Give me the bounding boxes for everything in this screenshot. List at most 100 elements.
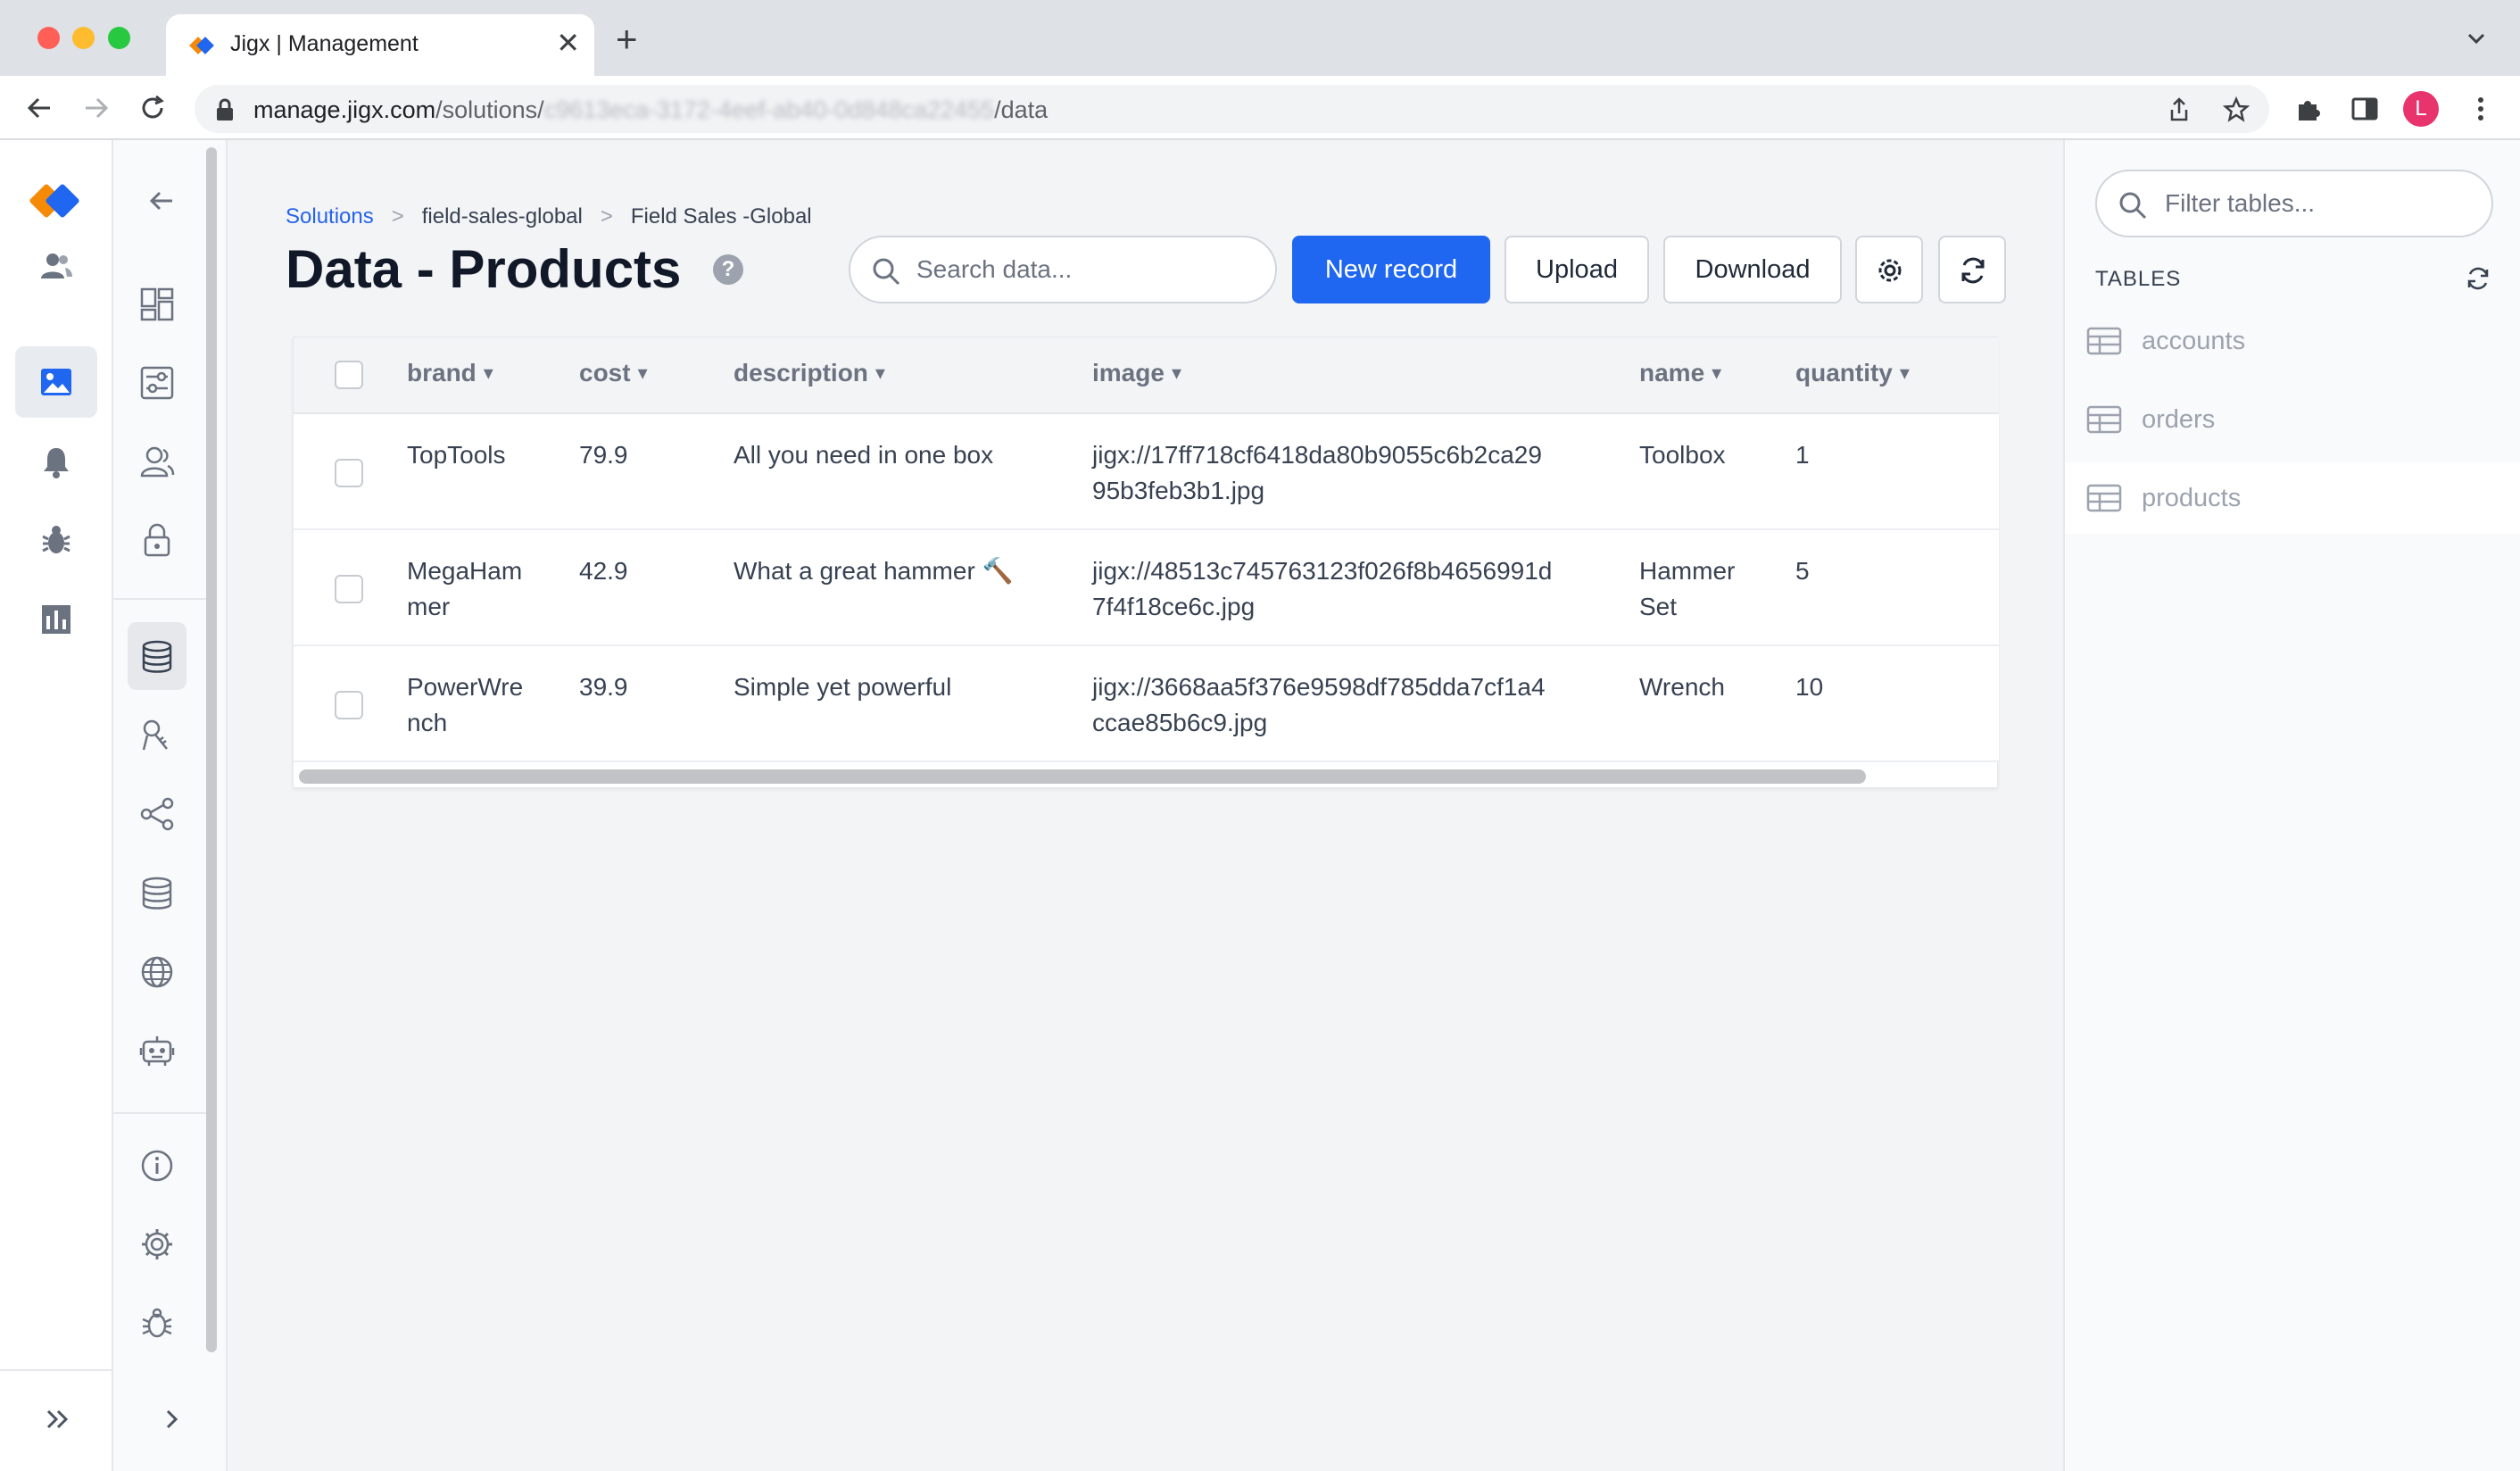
table-icon: [2086, 405, 2122, 434]
help-icon[interactable]: ?: [713, 254, 743, 285]
nav-data[interactable]: [128, 622, 187, 690]
browser-tab[interactable]: Jigx | Management ✕: [166, 14, 594, 76]
search-input[interactable]: [916, 253, 1256, 286]
extensions-puzzle-icon[interactable]: [2293, 94, 2324, 124]
table-horizontal-scrollbar[interactable]: [299, 769, 1866, 784]
sliders-panel-icon: [140, 366, 174, 400]
new-tab-icon[interactable]: +: [616, 21, 638, 58]
chevron-down-icon: ▾: [637, 362, 648, 384]
column-header-description[interactable]: description ▾: [734, 359, 885, 387]
share-icon[interactable]: [2165, 96, 2193, 124]
address-bar[interactable]: manage.jigx.com/solutions/c9613eca-3172-…: [195, 85, 2269, 133]
reload-icon[interactable]: [137, 92, 169, 124]
column-header-quantity[interactable]: quantity ▾: [1795, 359, 1910, 387]
breadcrumb-solutions[interactable]: Solutions: [286, 204, 374, 229]
upload-button[interactable]: Upload: [1505, 236, 1649, 303]
download-button[interactable]: Download: [1663, 236, 1842, 303]
new-record-button[interactable]: New record: [1292, 236, 1490, 303]
column-header-name[interactable]: name ▾: [1639, 359, 1721, 387]
cell-quantity: 5: [1795, 557, 1810, 585]
search-icon: [2119, 192, 2147, 220]
row-checkbox[interactable]: [335, 575, 363, 603]
breadcrumb-separator: >: [391, 204, 404, 229]
back-arrow-icon[interactable]: [144, 183, 179, 219]
cell-name: Wrench: [1639, 673, 1725, 701]
profile-avatar[interactable]: L: [2403, 91, 2439, 127]
solution-nav: [113, 140, 228, 1471]
search-field[interactable]: [849, 236, 1277, 303]
bug-icon: [42, 526, 70, 553]
filter-tables-field[interactable]: [2095, 170, 2493, 237]
page-title: Data - Products: [286, 239, 682, 299]
cell-cost: 42.9: [579, 557, 628, 585]
analytics-icon: [42, 605, 70, 634]
cell-quantity: 10: [1795, 673, 1824, 701]
breadcrumb-solution-name: Field Sales -Global: [630, 204, 812, 229]
nav-settings[interactable]: [128, 1209, 187, 1277]
nav-overview[interactable]: [128, 270, 187, 337]
jigx-logo-icon[interactable]: [27, 172, 84, 229]
table-row[interactable]: TopTools 79.9 All you need in one box ji…: [294, 414, 1999, 530]
table-item-products[interactable]: products: [2065, 462, 2520, 534]
globe-icon: [141, 956, 173, 988]
row-checkbox[interactable]: [335, 691, 363, 719]
nav-credentials[interactable]: [128, 701, 187, 769]
window-minimize-button[interactable]: [72, 27, 95, 49]
nav-users[interactable]: [128, 427, 187, 494]
column-header-label: brand: [407, 359, 477, 386]
select-all-checkbox[interactable]: [335, 361, 363, 389]
table-item-orders[interactable]: orders: [2065, 384, 2520, 455]
filter-tables-input[interactable]: [2165, 187, 2477, 220]
url-path: /solutions/: [435, 96, 544, 123]
table-row[interactable]: MegaHam mer 42.9 What a great hammer 🔨 ji…: [294, 530, 1999, 646]
cell-brand: PowerWre nch: [407, 673, 524, 736]
nav-settings-panel[interactable]: [128, 348, 187, 416]
cell-cost: 39.9: [579, 673, 628, 701]
cell-description: All you need in one box: [734, 441, 994, 469]
cell-image: jigx://17ff718cf6418da80b9055c6b2ca29 95b…: [1092, 441, 1542, 504]
chevron-right-icon[interactable]: [158, 1406, 185, 1433]
table-settings-button[interactable]: [1855, 236, 1923, 303]
column-header-image[interactable]: image ▾: [1092, 359, 1181, 387]
nav-security[interactable]: [128, 505, 187, 573]
column-header-cost[interactable]: cost ▾: [579, 359, 648, 387]
tables-heading: TABLES: [2095, 267, 2182, 291]
forward-arrow-icon[interactable]: [80, 92, 112, 124]
cell-brand: TopTools: [407, 441, 506, 469]
rail-users[interactable]: [15, 230, 97, 302]
nav-web[interactable]: [128, 937, 187, 1005]
rail-solutions[interactable]: [15, 346, 97, 418]
window-close-button[interactable]: [37, 27, 60, 49]
url-text: manage.jigx.com/solutions/c9613eca-3172-…: [253, 96, 1048, 124]
nav-info[interactable]: [128, 1131, 187, 1199]
nav-connections[interactable]: [128, 779, 187, 847]
refresh-tables-icon[interactable]: [2465, 265, 2491, 292]
cell-description: Simple yet powerful: [734, 673, 952, 701]
column-header-brand[interactable]: brand ▾: [407, 359, 493, 387]
main-content: Solutions > field-sales-global > Field Sales…: [229, 140, 2063, 1471]
expand-double-chevron-icon[interactable]: [41, 1403, 73, 1435]
tab-close-icon[interactable]: ✕: [556, 27, 580, 59]
nav-scrollbar[interactable]: [206, 147, 217, 1352]
tab-search-chevron-icon[interactable]: [2463, 25, 2490, 52]
rail-debug[interactable]: [15, 504, 97, 576]
bookmark-star-icon[interactable]: [2222, 96, 2251, 124]
breadcrumb-solution-id[interactable]: field-sales-global: [422, 204, 583, 229]
refresh-button[interactable]: [1938, 236, 2006, 303]
table-item-accounts[interactable]: accounts: [2065, 305, 2520, 377]
robot-icon: [139, 1036, 175, 1066]
chrome-menu-icon[interactable]: [2466, 94, 2496, 124]
breadcrumb-separator: >: [600, 204, 613, 229]
chevron-down-icon: ▾: [483, 362, 493, 384]
nav-debug[interactable]: [128, 1288, 187, 1356]
back-arrow-icon[interactable]: [23, 92, 55, 124]
rail-notifications[interactable]: [15, 426, 97, 497]
row-checkbox[interactable]: [335, 459, 363, 487]
table-row[interactable]: PowerWre nch 39.9 Simple yet powerful jig…: [294, 646, 1999, 762]
window-zoom-button[interactable]: [108, 27, 130, 49]
nav-databases[interactable]: [128, 859, 187, 927]
rail-analytics[interactable]: [15, 584, 97, 655]
side-panel-icon[interactable]: [2350, 94, 2380, 124]
nav-robot[interactable]: [128, 1016, 187, 1084]
table-icon: [2086, 327, 2122, 355]
